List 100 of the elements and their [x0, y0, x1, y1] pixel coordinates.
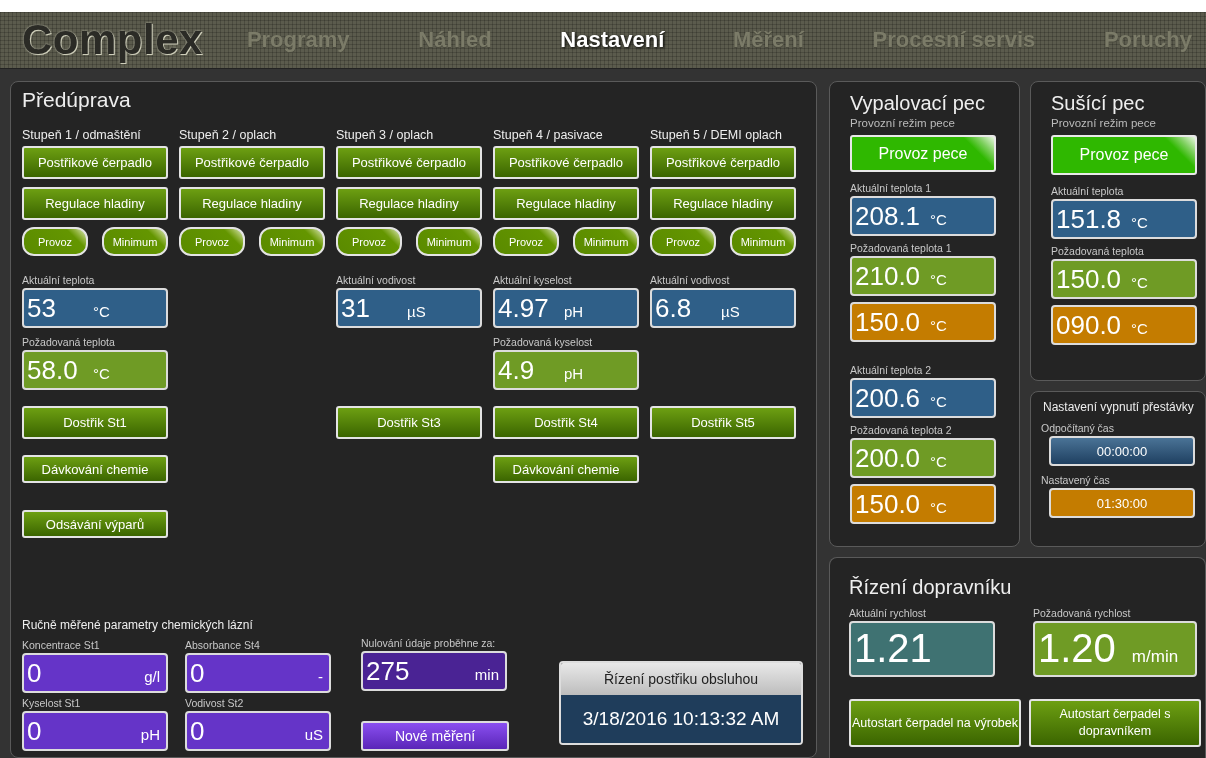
field-label: Požadovaná kyselost [493, 336, 594, 348]
value-field[interactable]: 210.0 °C [850, 256, 996, 296]
field-label: Aktuální teplota [1051, 185, 1125, 197]
section-title: Ručně měřené parametry chemických lázní [22, 618, 254, 632]
field-label: Aktuální vodivost [336, 274, 417, 286]
unit-text: °C [930, 270, 947, 290]
field-label: Nulování údaje proběhne za: [361, 637, 497, 649]
panel-title: Sušící pec [1051, 92, 1146, 115]
value-field[interactable]: 0 pH [22, 711, 168, 751]
stage-label: Stupeň 3 / oplach [336, 128, 435, 144]
panel-title: Předúprava [22, 88, 132, 113]
pump-button[interactable]: Postřikové čerpadlo [179, 146, 325, 179]
pump-button[interactable]: Postřikové čerpadlo [493, 146, 639, 179]
value-field[interactable]: 150.0 °C [850, 484, 996, 524]
unit-text: pH [564, 364, 584, 384]
spray-button[interactable]: Dostřik St1 [22, 406, 168, 439]
spray-button[interactable]: Dostřik St5 [650, 406, 796, 439]
field-label: Požadovaná rychlost [1033, 607, 1132, 619]
value-text: 150.0 [1056, 263, 1122, 295]
value-field[interactable]: 150.0 °C [1051, 259, 1197, 299]
app-logo: Complex [22, 16, 203, 64]
spray-button[interactable]: Dostřik St4 [493, 406, 639, 439]
field-label: Požadovaná teplota [22, 336, 116, 348]
mode-button[interactable]: Minimum [573, 227, 639, 256]
new-measurement-button[interactable]: Nové měření [361, 721, 509, 751]
value-text: 208.1 [855, 200, 921, 232]
stage-label: Stupeň 2 / oplach [179, 128, 278, 144]
pump-button[interactable]: Postřikové čerpadlo [22, 146, 168, 179]
datetime-display: 3/18/2016 10:13:32 AM [561, 695, 801, 743]
mode-button[interactable]: Minimum [416, 227, 482, 256]
pump-button[interactable]: Postřikové čerpadlo [650, 146, 796, 179]
field-label: Odpočítaný čas [1041, 422, 1115, 434]
field-label: Požadovaná teplota [1051, 245, 1145, 257]
nav-tab[interactable]: Nastavení [560, 27, 665, 53]
unit-text: °C [1131, 273, 1148, 293]
stage-label: Stupeň 4 / pasivace [493, 128, 604, 144]
mode-button[interactable]: Provoz [650, 227, 716, 256]
pump-button[interactable]: Regulace hladiny [650, 187, 796, 220]
value-text: 200.6 [855, 382, 921, 414]
value-text: 090.0 [1056, 309, 1122, 341]
value-text: 275 [366, 655, 410, 687]
value-field[interactable]: 200.0 °C [850, 438, 996, 478]
value-field[interactable]: 0 g/l [22, 653, 168, 693]
field-label: Požadovaná teplota 2 [850, 424, 953, 436]
value-text: 0 [27, 657, 42, 689]
mode-button[interactable]: Provoz [336, 227, 402, 256]
mode-button[interactable]: Provoz [179, 227, 245, 256]
value-field[interactable]: 150.0 °C [850, 302, 996, 342]
unit-text: µS [721, 302, 740, 322]
unit-text: °C [930, 498, 947, 518]
mode-button[interactable]: Provoz [493, 227, 559, 256]
pump-button[interactable]: Regulace hladiny [493, 187, 639, 220]
value-field[interactable]: 01:30:00 [1049, 488, 1195, 518]
unit-text: min [474, 665, 499, 685]
operator-spray-button[interactable]: Řízení postřiku obsluhou [561, 663, 801, 695]
dosing-button[interactable]: Dávkování chemie [22, 455, 168, 483]
autostart-button[interactable]: Autostart čerpadel na výrobek [849, 699, 1021, 747]
exhaust-button[interactable]: Odsávání výparů [22, 510, 168, 538]
unit-text: °C [930, 452, 947, 472]
value-field[interactable]: 4.9 pH [493, 350, 639, 390]
field-label: Aktuální teplota [22, 274, 96, 286]
mode-button[interactable]: Minimum [102, 227, 168, 256]
value-text: 0 [190, 715, 205, 747]
pump-button[interactable]: Regulace hladiny [22, 187, 168, 220]
oven-mode-button[interactable]: Provoz pece [850, 135, 996, 172]
unit-text: g/l [144, 667, 160, 687]
mode-button[interactable]: Minimum [730, 227, 796, 256]
pump-button[interactable]: Postřikové čerpadlo [336, 146, 482, 179]
field-label: Koncentrace St1 [22, 639, 101, 651]
panel-title: Nastavení vypnutí přestávky [1043, 400, 1195, 414]
value-text: 4.97 [498, 292, 550, 324]
dosing-button[interactable]: Dávkování chemie [493, 455, 639, 483]
value-field[interactable]: 0 uS [185, 711, 331, 751]
value-field[interactable]: 58.0 °C [22, 350, 168, 390]
unit-text: °C [93, 302, 110, 322]
unit-text: °C [930, 316, 947, 336]
value-text: 58.0 [27, 354, 79, 386]
value-field[interactable]: 0 - [185, 653, 331, 693]
value-field[interactable]: 1.20 m/min [1033, 621, 1197, 677]
field-label: Aktuální rychlost [849, 607, 928, 619]
mode-button[interactable]: Minimum [259, 227, 325, 256]
value-text: 6.8 [655, 292, 693, 324]
value-text: 1.21 [854, 625, 932, 671]
value-text: 210.0 [855, 260, 921, 292]
value-text: 0 [27, 715, 42, 747]
pump-button[interactable]: Regulace hladiny [336, 187, 482, 220]
value-text: 200.0 [855, 442, 921, 474]
pump-button[interactable]: Regulace hladiny [179, 187, 325, 220]
unit-text: °C [1131, 213, 1148, 233]
value-field[interactable]: 090.0 °C [1051, 305, 1197, 345]
autostart-button[interactable]: Autostart čerpadel s dopravníkem [1029, 699, 1201, 747]
mode-button[interactable]: Provoz [22, 227, 88, 256]
field-label: Požadovaná teplota 1 [850, 242, 953, 254]
value-text: 150.0 [855, 488, 921, 520]
unit-text: °C [930, 210, 947, 230]
oven-mode-button[interactable]: Provoz pece [1051, 135, 1197, 175]
field-label: Vodivost St2 [185, 697, 245, 709]
unit-text: °C [1131, 319, 1148, 339]
value-text: 53 [27, 292, 57, 324]
spray-button[interactable]: Dostřik St3 [336, 406, 482, 439]
